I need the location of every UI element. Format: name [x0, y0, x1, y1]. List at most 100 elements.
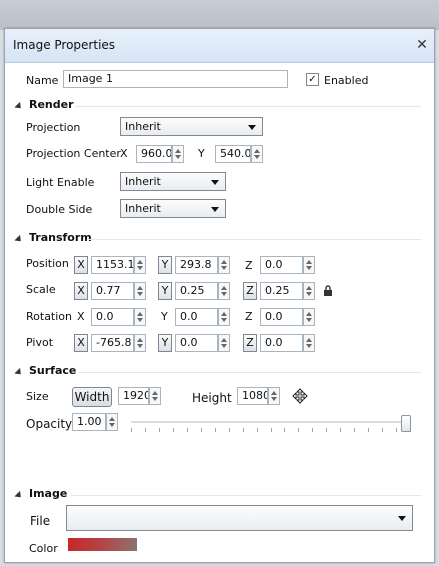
width-spinner[interactable]: [149, 387, 161, 405]
height-spinner[interactable]: [268, 387, 280, 405]
image-collapse-icon[interactable]: [14, 490, 24, 501]
width-button[interactable]: Width: [72, 387, 112, 407]
slider-tick: [145, 428, 146, 432]
scale-z-spinner[interactable]: [303, 282, 315, 300]
projection-center-label: Projection Center: [26, 147, 121, 160]
lock-icon[interactable]: [323, 285, 333, 297]
chevron-down-icon: [211, 180, 219, 185]
opacity-slider-track: [131, 421, 411, 423]
pivot-label: Pivot: [26, 336, 54, 349]
double-side-selected-value: Inherit: [125, 202, 161, 215]
projection-center-x-input[interactable]: 960.0: [136, 145, 172, 163]
scale-x-button[interactable]: X: [74, 282, 88, 300]
scale-x-spinner[interactable]: [134, 282, 146, 300]
rotation-x-spinner[interactable]: [134, 308, 146, 326]
rotation-y-spinner[interactable]: [218, 308, 230, 326]
chevron-down-icon: [398, 516, 406, 521]
projection-center-y-input[interactable]: 540.0: [215, 145, 251, 163]
scale-y-button[interactable]: Y: [158, 282, 172, 300]
pivot-z-input[interactable]: 0.0: [260, 334, 303, 352]
position-z-input[interactable]: 0.0: [260, 256, 303, 274]
light-enable-select[interactable]: Inherit: [120, 172, 226, 191]
slider-tick: [340, 428, 341, 432]
opacity-slider-ticks: [131, 428, 411, 432]
chevron-down-icon: [211, 207, 219, 212]
pivot-x-spinner[interactable]: [134, 334, 146, 352]
enabled-checkbox[interactable]: ✓: [306, 73, 319, 86]
name-input[interactable]: Image 1: [63, 70, 288, 88]
double-side-select[interactable]: Inherit: [120, 199, 226, 218]
image-separator: [71, 495, 421, 496]
rotation-z-spinner[interactable]: [303, 308, 315, 326]
file-label: File: [30, 514, 51, 528]
projection-center-y-label: Y: [198, 147, 205, 160]
position-y-spinner[interactable]: [218, 256, 230, 274]
slider-tick: [201, 428, 202, 432]
position-x-input[interactable]: 1153.1: [91, 256, 134, 274]
chevron-down-icon: [248, 125, 256, 130]
window-title: Image Properties: [13, 38, 116, 52]
scale-y-input[interactable]: 0.25: [175, 282, 218, 300]
scale-x-input[interactable]: 0.77: [91, 282, 134, 300]
opacity-slider-thumb[interactable]: [401, 415, 411, 432]
pivot-x-button[interactable]: X: [74, 334, 88, 352]
position-label: Position: [26, 257, 69, 270]
position-x-button[interactable]: X: [74, 256, 88, 274]
pivot-y-button[interactable]: Y: [158, 334, 172, 352]
slider-tick: [187, 428, 188, 432]
height-input[interactable]: 1080: [237, 387, 268, 405]
position-z-spinner[interactable]: [303, 256, 315, 274]
slider-tick: [229, 428, 230, 432]
surface-section-title: Surface: [29, 364, 77, 377]
transform-section-title: Transform: [29, 231, 92, 244]
rotation-z-input[interactable]: 0.0: [260, 308, 303, 326]
light-enable-label: Light Enable: [26, 176, 95, 189]
projection-center-x-spinner[interactable]: [172, 145, 184, 163]
slider-tick: [159, 428, 160, 432]
projection-center-x-label: X: [120, 147, 128, 160]
opacity-spinner[interactable]: [106, 413, 118, 431]
resize-icon[interactable]: [290, 387, 310, 405]
pivot-z-button[interactable]: Z: [243, 334, 257, 352]
opacity-input[interactable]: 1.00: [72, 413, 106, 431]
close-icon[interactable]: ✕: [414, 37, 430, 53]
slider-tick: [131, 428, 132, 432]
pivot-z-spinner[interactable]: [303, 334, 315, 352]
transform-separator: [88, 239, 421, 240]
height-label: Height: [192, 391, 232, 405]
rotation-y-input[interactable]: 0.0: [175, 308, 218, 326]
render-collapse-icon[interactable]: [14, 101, 24, 112]
rotation-y-label: Y: [161, 310, 168, 323]
rotation-x-label: X: [77, 310, 85, 323]
file-select[interactable]: [66, 505, 413, 531]
position-x-spinner[interactable]: [134, 256, 146, 274]
double-side-label: Double Side: [26, 203, 93, 216]
surface-collapse-icon[interactable]: [14, 367, 24, 378]
scale-z-button[interactable]: Z: [243, 282, 257, 300]
pivot-y-spinner[interactable]: [218, 334, 230, 352]
projection-select[interactable]: Inherit: [120, 117, 263, 136]
position-y-input[interactable]: 293.8: [175, 256, 218, 274]
pivot-y-input[interactable]: 0.0: [175, 334, 218, 352]
position-y-button[interactable]: Y: [158, 256, 172, 274]
color-swatch[interactable]: [68, 538, 137, 551]
properties-panel: Name Image 1 ✓ Enabled Render Projection…: [5, 63, 434, 562]
projection-selected-value: Inherit: [125, 120, 161, 133]
slider-tick: [354, 428, 355, 432]
projection-center-y-spinner[interactable]: [251, 145, 263, 163]
slider-tick: [173, 428, 174, 432]
slider-tick: [257, 428, 258, 432]
rotation-z-label: Z: [245, 310, 253, 323]
surface-separator: [78, 372, 421, 373]
scale-y-spinner[interactable]: [218, 282, 230, 300]
slider-tick: [243, 428, 244, 432]
slider-tick: [298, 428, 299, 432]
scale-z-input[interactable]: 0.25: [260, 282, 303, 300]
opacity-slider[interactable]: [131, 415, 411, 435]
size-label: Size: [26, 390, 49, 403]
width-input[interactable]: 1920: [118, 387, 149, 405]
rotation-x-input[interactable]: 0.0: [91, 308, 134, 326]
pivot-x-input[interactable]: -765.8: [91, 334, 134, 352]
projection-label: Projection: [26, 121, 81, 134]
transform-collapse-icon[interactable]: [14, 234, 24, 245]
